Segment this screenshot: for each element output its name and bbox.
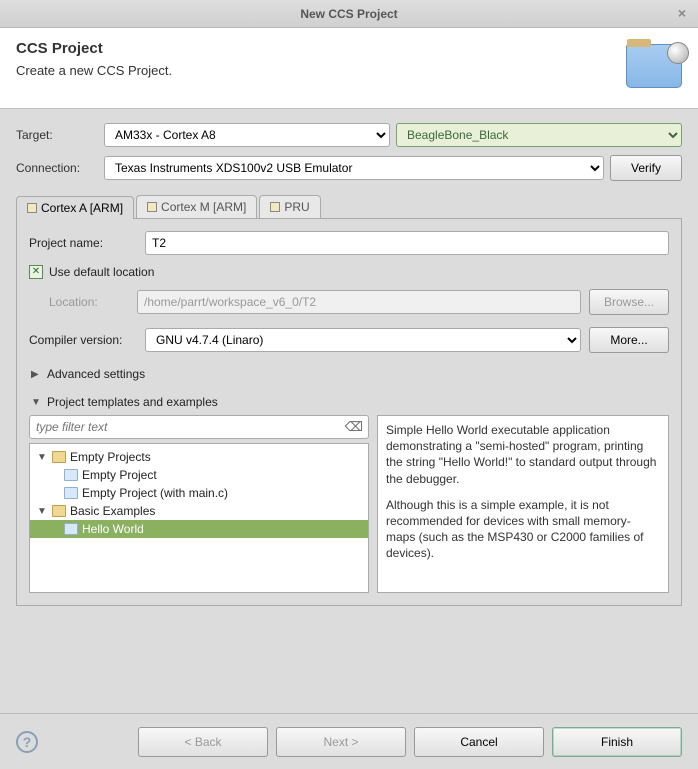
connection-label: Connection: <box>16 161 98 175</box>
titlebar: New CCS Project × <box>0 0 698 28</box>
checkbox-checked-icon: ✕ <box>29 265 43 279</box>
clear-filter-icon[interactable]: ⌫ <box>345 419 363 435</box>
compiler-select[interactable]: GNU v4.7.4 (Linaro) <box>145 328 581 352</box>
chip-icon <box>27 203 37 213</box>
help-icon[interactable]: ? <box>16 731 38 753</box>
content-area: Target: AM33x - Cortex A8 BeagleBone_Bla… <box>0 109 698 616</box>
project-name-input[interactable] <box>145 231 669 255</box>
wizard-folder-icon <box>626 44 682 88</box>
connection-select[interactable]: Texas Instruments XDS100v2 USB Emulator <box>104 156 604 180</box>
browse-button: Browse... <box>589 289 669 315</box>
template-icon <box>64 523 78 535</box>
page-subtitle: Create a new CCS Project. <box>16 63 172 78</box>
tree-item-hello-world[interactable]: Hello World <box>30 520 368 538</box>
chevron-down-icon: ▼ <box>36 506 48 517</box>
tree-item-empty-project[interactable]: Empty Project <box>30 466 368 484</box>
window-title: New CCS Project <box>300 7 397 21</box>
folder-icon <box>52 505 66 517</box>
template-icon <box>64 469 78 481</box>
tab-cortex-m[interactable]: Cortex M [ARM] <box>136 195 257 218</box>
more-button[interactable]: More... <box>589 327 669 353</box>
footer: ? < Back Next > Cancel Finish <box>0 713 698 769</box>
filter-input[interactable] <box>29 415 369 439</box>
core-tabs: Cortex A [ARM] Cortex M [ARM] PRU <box>16 195 682 219</box>
use-default-location-checkbox[interactable]: ✕ Use default location <box>29 265 669 279</box>
template-icon <box>64 487 78 499</box>
chip-icon <box>147 202 157 212</box>
chip-icon <box>270 202 280 212</box>
finish-button[interactable]: Finish <box>552 727 682 757</box>
compiler-label: Compiler version: <box>29 333 137 347</box>
template-description: Simple Hello World executable applicatio… <box>377 415 669 593</box>
tab-pru[interactable]: PRU <box>259 195 320 218</box>
folder-icon <box>52 451 66 463</box>
location-label: Location: <box>49 295 129 309</box>
next-button: Next > <box>276 727 406 757</box>
location-input <box>137 290 581 314</box>
cancel-button[interactable]: Cancel <box>414 727 544 757</box>
tab-panel: Project name: ✕ Use default location Loc… <box>16 219 682 606</box>
tree-category-basic-examples[interactable]: ▼ Basic Examples <box>30 502 368 520</box>
target-label: Target: <box>16 128 98 142</box>
target-device-select[interactable]: BeagleBone_Black <box>396 123 682 147</box>
target-family-select[interactable]: AM33x - Cortex A8 <box>104 123 390 147</box>
close-icon[interactable]: × <box>674 5 690 21</box>
tree-category-empty-projects[interactable]: ▼ Empty Projects <box>30 448 368 466</box>
back-button: < Back <box>138 727 268 757</box>
tree-item-empty-project-main[interactable]: Empty Project (with main.c) <box>30 484 368 502</box>
page-title: CCS Project <box>16 40 172 57</box>
verify-button[interactable]: Verify <box>610 155 682 181</box>
chevron-right-icon: ▶ <box>31 369 41 380</box>
tab-cortex-a[interactable]: Cortex A [ARM] <box>16 196 134 219</box>
chevron-down-icon: ▼ <box>31 397 41 408</box>
template-tree[interactable]: ▼ Empty Projects Empty Project Empty Pro… <box>29 443 369 593</box>
advanced-settings-expander[interactable]: ▶ Advanced settings <box>31 367 667 381</box>
header: CCS Project Create a new CCS Project. <box>0 28 698 109</box>
chevron-down-icon: ▼ <box>36 452 48 463</box>
project-name-label: Project name: <box>29 236 137 250</box>
templates-expander[interactable]: ▼ Project templates and examples <box>31 395 667 409</box>
